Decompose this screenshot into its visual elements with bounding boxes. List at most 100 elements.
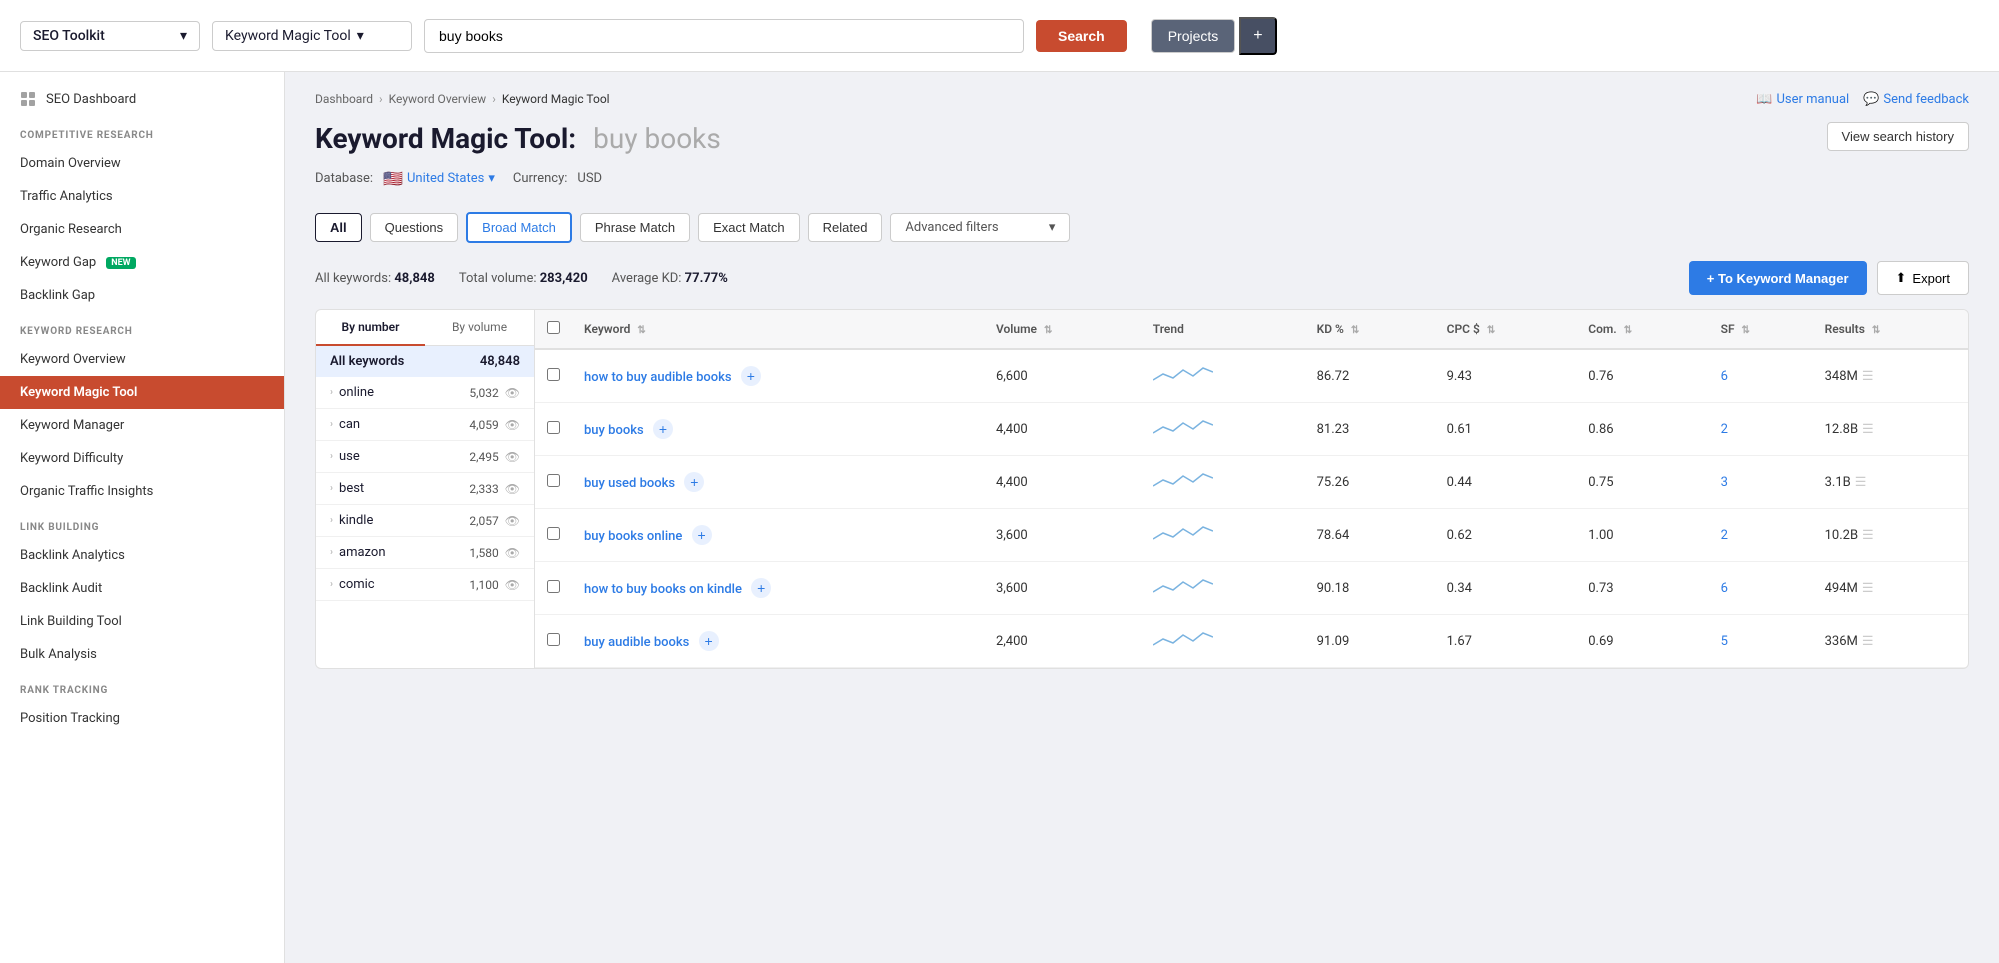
grid-icon xyxy=(20,91,36,107)
keyword-link[interactable]: how to buy audible books xyxy=(584,370,732,385)
td-volume: 3,600 xyxy=(984,509,1141,562)
stats-actions: + To Keyword Manager ⬆ Export xyxy=(1689,261,1969,295)
kd-sort-icon[interactable]: ⇅ xyxy=(1351,325,1359,336)
toolkit-selector[interactable]: SEO Toolkit ▾ xyxy=(20,21,200,51)
sidebar-item-backlink-gap[interactable]: Backlink Gap xyxy=(0,279,284,312)
add-keyword-button[interactable]: + xyxy=(741,366,761,386)
sf-value[interactable]: 6 xyxy=(1721,369,1728,384)
add-keyword-button[interactable]: + xyxy=(684,472,704,492)
eye-icon: 👁 xyxy=(505,578,520,592)
add-keyword-button[interactable]: + xyxy=(653,419,673,439)
export-button[interactable]: ⬆ Export xyxy=(1877,261,1969,295)
sidebar-item-link-building-tool[interactable]: Link Building Tool xyxy=(0,605,284,638)
td-sf: 2 xyxy=(1709,509,1813,562)
sidebar-item-traffic-analytics[interactable]: Traffic Analytics xyxy=(0,180,284,213)
td-checkbox xyxy=(535,615,572,668)
row-checkbox[interactable] xyxy=(547,527,560,540)
list-item[interactable]: › use 2,495 👁 xyxy=(316,441,534,473)
sidebar-item-organic-research[interactable]: Organic Research xyxy=(0,213,284,246)
filter-questions-button[interactable]: Questions xyxy=(370,213,459,242)
row-checkbox[interactable] xyxy=(547,580,560,593)
sidebar-item-bulk-analysis[interactable]: Bulk Analysis xyxy=(0,638,284,671)
sidebar-item-keyword-difficulty[interactable]: Keyword Difficulty xyxy=(0,442,284,475)
list-item[interactable]: › comic 1,100 👁 xyxy=(316,569,534,601)
cpc-sort-icon[interactable]: ⇅ xyxy=(1487,325,1495,336)
sidebar-item-keyword-overview[interactable]: Keyword Overview xyxy=(0,343,284,376)
filter-all-button[interactable]: All xyxy=(315,213,362,242)
keyword-link[interactable]: buy books xyxy=(584,423,644,438)
search-input[interactable] xyxy=(424,19,1024,53)
row-checkbox[interactable] xyxy=(547,474,560,487)
eye-icon: 👁 xyxy=(505,418,520,432)
sidebar-item-backlink-audit[interactable]: Backlink Audit xyxy=(0,572,284,605)
sidebar-item-keyword-manager[interactable]: Keyword Manager xyxy=(0,409,284,442)
chevron-right-icon: › xyxy=(330,451,333,462)
keyword-link[interactable]: how to buy books on kindle xyxy=(584,582,742,597)
user-manual-link[interactable]: 📖 User manual xyxy=(1756,92,1849,107)
list-item[interactable]: › amazon 1,580 👁 xyxy=(316,537,534,569)
keyword-link[interactable]: buy books online xyxy=(584,529,682,544)
add-keyword-button[interactable]: + xyxy=(692,525,712,545)
td-sf: 6 xyxy=(1709,349,1813,403)
list-item[interactable]: › online 5,032 👁 xyxy=(316,377,534,409)
search-button[interactable]: Search xyxy=(1036,20,1127,52)
list-item[interactable]: › can 4,059 👁 xyxy=(316,409,534,441)
breadcrumb-keyword-overview[interactable]: Keyword Overview xyxy=(389,92,487,106)
sidebar-section-rank: RANK TRACKING xyxy=(0,671,284,702)
send-feedback-link[interactable]: 💬 Send feedback xyxy=(1863,92,1969,107)
projects-plus-button[interactable]: + xyxy=(1239,17,1276,55)
sidebar-item-organic-traffic-insights[interactable]: Organic Traffic Insights xyxy=(0,475,284,508)
sf-value[interactable]: 5 xyxy=(1721,634,1728,649)
row-checkbox[interactable] xyxy=(547,368,560,381)
filter-broad-match-button[interactable]: Broad Match xyxy=(466,212,572,243)
kw-list-header: All keywords 48,848 xyxy=(316,346,534,377)
view-search-history-button[interactable]: View search history xyxy=(1827,122,1969,151)
select-all-checkbox[interactable] xyxy=(547,321,560,334)
th-cpc: CPC $ ⇅ xyxy=(1435,310,1577,349)
keyword-link[interactable]: buy audible books xyxy=(584,635,689,650)
sidebar-item-backlink-analytics[interactable]: Backlink Analytics xyxy=(0,539,284,572)
breadcrumb: Dashboard › Keyword Overview › Keyword M… xyxy=(315,92,610,106)
sidebar-item-dashboard[interactable]: SEO Dashboard xyxy=(0,82,284,116)
row-checkbox[interactable] xyxy=(547,633,560,646)
td-trend xyxy=(1141,403,1305,456)
add-keyword-button[interactable]: + xyxy=(699,631,719,651)
filter-phrase-match-button[interactable]: Phrase Match xyxy=(580,213,690,242)
results-sort-icon[interactable]: ⇅ xyxy=(1872,325,1880,336)
filter-related-button[interactable]: Related xyxy=(808,213,883,242)
volume-sort-icon[interactable]: ⇅ xyxy=(1044,325,1052,336)
sidebar-item-keyword-gap[interactable]: Keyword Gap NEW xyxy=(0,246,284,279)
to-keyword-manager-button[interactable]: + To Keyword Manager xyxy=(1689,261,1867,295)
sf-sort-icon[interactable]: ⇅ xyxy=(1742,325,1750,336)
keyword-sort-icon[interactable]: ⇅ xyxy=(637,325,645,336)
keyword-link[interactable]: buy used books xyxy=(584,476,675,491)
td-keyword: buy books + xyxy=(572,403,984,456)
list-item[interactable]: › best 2,333 👁 xyxy=(316,473,534,505)
breadcrumb-dashboard[interactable]: Dashboard xyxy=(315,92,373,106)
filter-exact-match-button[interactable]: Exact Match xyxy=(698,213,800,242)
sf-value[interactable]: 2 xyxy=(1721,422,1728,437)
tab-by-volume[interactable]: By volume xyxy=(425,310,534,345)
tool-dropdown[interactable]: Keyword Magic Tool ▾ xyxy=(212,21,412,51)
com-sort-icon[interactable]: ⇅ xyxy=(1624,325,1632,336)
td-keyword: buy audible books + xyxy=(572,615,984,668)
sidebar-item-domain-overview[interactable]: Domain Overview xyxy=(0,147,284,180)
advanced-filters-dropdown[interactable]: Advanced filters ▾ xyxy=(890,213,1070,242)
chevron-right-icon: › xyxy=(330,419,333,430)
total-volume-stat: Total volume: 283,420 xyxy=(459,271,588,286)
td-kd: 91.09 xyxy=(1305,615,1435,668)
sf-value[interactable]: 6 xyxy=(1721,581,1728,596)
results-menu-icon: ☰ xyxy=(1862,634,1874,649)
row-checkbox[interactable] xyxy=(547,421,560,434)
sidebar-item-keyword-magic-tool[interactable]: Keyword Magic Tool xyxy=(0,376,284,409)
projects-button[interactable]: Projects xyxy=(1151,19,1236,53)
sf-value[interactable]: 3 xyxy=(1721,475,1728,490)
add-keyword-button[interactable]: + xyxy=(751,578,771,598)
sidebar-item-position-tracking[interactable]: Position Tracking xyxy=(0,702,284,735)
td-cpc: 0.44 xyxy=(1435,456,1577,509)
right-panel: Keyword ⇅ Volume ⇅ Trend K xyxy=(535,309,1969,669)
list-item[interactable]: › kindle 2,057 👁 xyxy=(316,505,534,537)
sf-value[interactable]: 2 xyxy=(1721,528,1728,543)
database-selector[interactable]: 🇺🇸 United States ▾ xyxy=(383,169,495,188)
tab-by-number[interactable]: By number xyxy=(316,310,425,346)
